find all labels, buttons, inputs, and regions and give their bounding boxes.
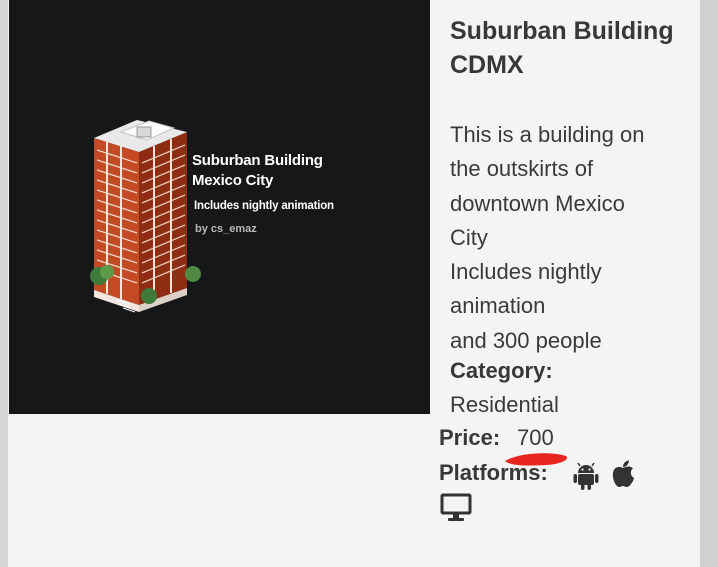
category-value: Residential [450, 392, 559, 417]
product-description: This is a building on the outskirts of d… [450, 118, 695, 358]
platforms-label: Platforms: [439, 460, 548, 485]
description-line: This is a building on [450, 122, 645, 147]
thumbnail-author: by cs_emaz [195, 223, 257, 235]
description-line: animation [450, 293, 546, 319]
description-line: the outskirts of [450, 156, 594, 182]
product-title: Suburban Building CDMX [450, 17, 674, 79]
thumbnail-title-line2: Mexico City [192, 172, 274, 189]
thumbnail-title: Suburban Building Mexico City [192, 151, 323, 191]
android-icon [573, 462, 599, 490]
category-label: Category: [450, 358, 553, 383]
desktop-icon [440, 493, 472, 521]
apple-icon [612, 460, 634, 487]
product-card: Suburban Building Mexico City Includes n… [0, 0, 700, 567]
thumbnail-subtitle: Includes nightly animation [194, 200, 334, 212]
description-line: and 300 people [450, 327, 602, 353]
thumbnail-title-line1: Suburban Building [192, 152, 323, 169]
price-label: Price: [439, 425, 501, 450]
card-right-edge [700, 0, 718, 567]
description-line: Includes nightly [450, 259, 602, 285]
card-left-edge [0, 0, 8, 567]
description-line: City [450, 224, 488, 250]
product-thumbnail[interactable]: Suburban Building Mexico City Includes n… [9, 0, 430, 414]
description-line: downtown Mexico [450, 190, 625, 216]
